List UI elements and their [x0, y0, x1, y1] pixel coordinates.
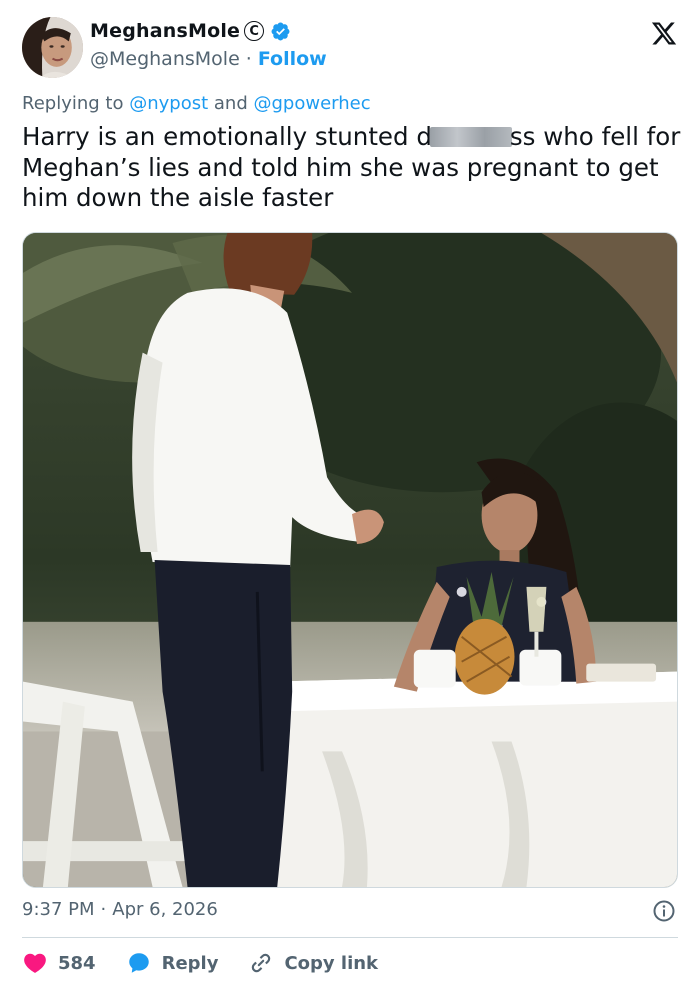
- handle[interactable]: @MeghansMole: [90, 48, 240, 70]
- timestamp-separator: ·: [100, 899, 107, 920]
- copy-link-label: Copy link: [284, 952, 379, 974]
- handle-row: @MeghansMole · Follow: [90, 48, 327, 70]
- reply-conjunction: and: [213, 93, 248, 114]
- timestamp-time: 9:37 PM: [22, 899, 95, 920]
- like-count: 584: [58, 952, 96, 974]
- timestamp-date: Apr 6, 2026: [112, 899, 218, 920]
- tweet-text: Harry is an emotionally stunted d ss who …: [22, 122, 682, 214]
- link-icon: [252, 953, 271, 973]
- redaction-blur: [429, 127, 512, 147]
- mention-gpowerhec[interactable]: @gpowerhec: [254, 93, 371, 114]
- heart-icon: [24, 953, 46, 973]
- tweet-photo[interactable]: [22, 232, 678, 888]
- reply-prefix: Replying to: [22, 93, 124, 114]
- tweet-card: MeghansMole C @MeghansMole · Follow Repl…: [0, 0, 700, 990]
- reply-icon: [128, 953, 149, 973]
- verified-icon: [271, 22, 290, 40]
- action-bar: 584 Reply Copy link: [22, 950, 408, 976]
- divider: [22, 937, 678, 938]
- reply-label: Reply: [161, 952, 219, 974]
- follow-button[interactable]: Follow: [258, 48, 327, 70]
- like-button[interactable]: 584: [22, 950, 96, 976]
- avatar[interactable]: [22, 17, 83, 78]
- author-name-row[interactable]: MeghansMole C: [90, 20, 291, 42]
- display-name[interactable]: MeghansMole: [90, 20, 240, 42]
- info-icon[interactable]: [652, 899, 676, 923]
- reply-context: Replying to @nypost and @gpowerhec: [22, 93, 371, 114]
- separator-dot: ·: [245, 48, 252, 70]
- copy-link-button[interactable]: Copy link: [248, 950, 378, 976]
- timestamp[interactable]: 9:37 PM · Apr 6, 2026: [22, 899, 218, 920]
- mention-nypost[interactable]: @nypost: [129, 93, 208, 114]
- copyright-badge: C: [244, 21, 265, 41]
- x-logo-icon[interactable]: [650, 20, 678, 47]
- reply-button[interactable]: Reply: [126, 950, 219, 976]
- tweet-text-part-1: Harry is an emotionally stunted d: [22, 122, 432, 151]
